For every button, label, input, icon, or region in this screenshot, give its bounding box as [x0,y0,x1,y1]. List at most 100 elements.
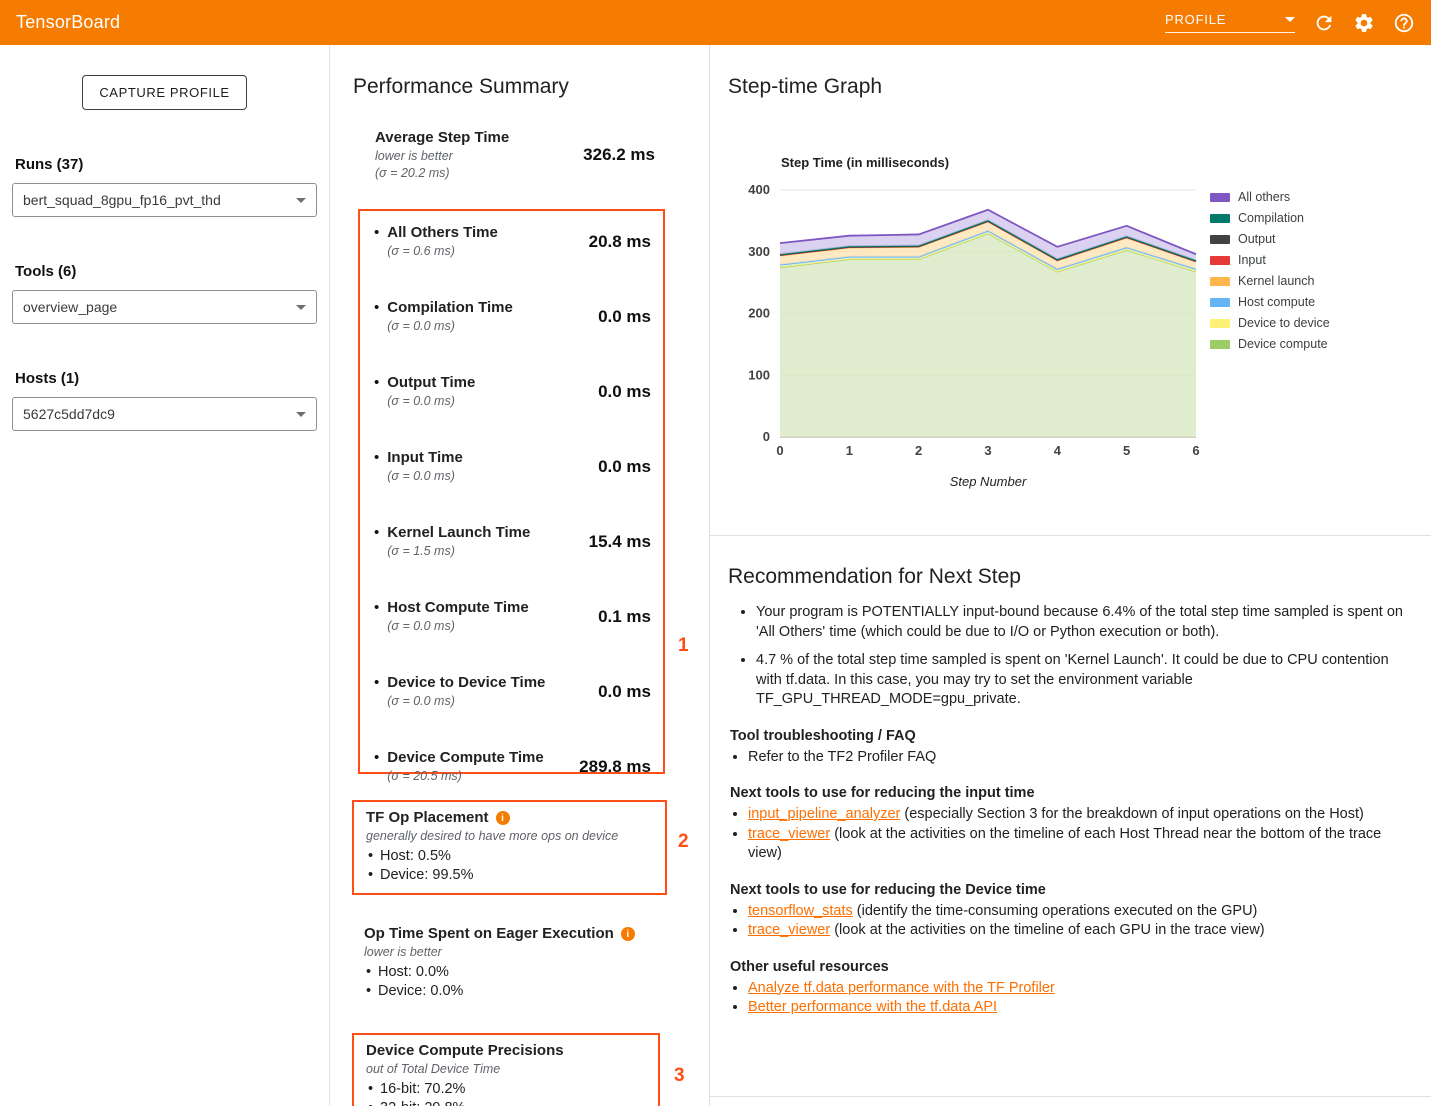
recommendation-link[interactable]: trace_viewer [748,922,830,938]
recommendation-section-list: Analyze tf.data performance with the TF … [730,979,1402,1018]
info-icon[interactable]: i [621,927,635,941]
list-item: Host: 0.0% [378,963,664,982]
average-step-time-note: lower is better [375,149,509,164]
metric-row: •All Others Time(σ = 0.6 ms)20.8 ms [372,224,651,259]
eager-execution-list: Host: 0.0%Device: 0.0% [364,963,664,1001]
metric-value: 0.0 ms [598,682,651,702]
metric-value: 15.4 ms [589,532,651,552]
x-tick-label: 5 [1123,443,1130,458]
x-tick-label: 1 [846,443,853,458]
chart-title: Step Time (in milliseconds) [781,155,949,170]
step-time-chart: Step Time (in milliseconds)0100200300400… [710,140,1210,510]
sidebar: CAPTURE PROFILE Runs (37) bert_squad_8gp… [0,45,330,1106]
metric-label: Compilation Time [387,299,513,317]
legend-label: Kernel launch [1238,275,1314,288]
tf-op-placement-header: TF Op Placement i [366,809,655,827]
tools-select[interactable]: overview_page [12,290,317,324]
legend-swatch-icon [1210,298,1230,307]
area-band [780,233,1196,437]
legend-item: Kernel launch [1210,275,1330,288]
recommendation-item: tensorflow_stats (identify the time-cons… [748,902,1402,922]
list-item: 16-bit: 70.2% [380,1080,648,1099]
recommendation-bullets: Your program is POTENTIALLY input-bound … [738,603,1410,710]
y-tick-label: 100 [748,367,770,382]
recommendation-item: input_pipeline_analyzer (especially Sect… [748,805,1402,825]
recommendation-link[interactable]: tensorflow_stats [748,903,853,919]
recommendation-link[interactable]: Analyze tf.data performance with the TF … [748,980,1055,996]
metric-left: •Output Time(σ = 0.0 ms) [372,374,475,409]
legend-label: Compilation [1238,212,1304,225]
metric-sigma: (σ = 0.0 ms) [387,319,513,334]
chevron-down-icon [296,412,306,417]
settings-button[interactable] [1353,12,1375,34]
metric-sigma: (σ = 0.0 ms) [387,394,475,409]
help-button[interactable] [1393,12,1415,34]
metric-sigma: (σ = 0.0 ms) [387,469,463,484]
bullet-icon: • [374,449,379,484]
topbar: TensorBoard PROFILE [0,0,1431,45]
recommendation-section: Next tools to use for reducing the input… [730,784,1411,864]
legend-label: Input [1238,254,1266,267]
recommendation-section-heading: Other useful resources [730,958,1411,977]
recommendation-link[interactable]: input_pipeline_analyzer [748,806,900,822]
runs-select[interactable]: bert_squad_8gpu_fp16_pvt_thd [12,183,317,217]
bullet-icon: • [374,749,379,784]
capture-profile-button[interactable]: CAPTURE PROFILE [82,75,246,110]
chevron-down-icon [296,305,306,310]
precisions-header: Device Compute Precisions [366,1042,648,1060]
recommendation-link[interactable]: trace_viewer [748,826,830,842]
metric-value: 289.8 ms [579,757,651,777]
legend-item: Input [1210,254,1330,267]
legend-swatch-icon [1210,214,1230,223]
recommendation-section-heading: Next tools to use for reducing the input… [730,784,1411,803]
average-step-time-row: Average Step Time lower is better (σ = 2… [375,129,655,181]
x-tick-label: 6 [1192,443,1199,458]
metric-label: Input Time [387,449,463,467]
metric-sigma: (σ = 0.6 ms) [387,244,498,259]
recommendation-item: Analyze tf.data performance with the TF … [748,979,1402,999]
metric-left: • Input Time (σ = 0.0 ms) [372,449,463,484]
metric-sigma: (σ = 0.0 ms) [387,694,545,709]
average-step-time-labels: Average Step Time lower is better (σ = 2… [375,129,509,181]
dashboard-selector[interactable]: PROFILE [1165,12,1295,33]
recommendation-sections: Tool troubleshooting / FAQ Refer to the T… [710,727,1431,1018]
metric-row: •Host Compute Time(σ = 0.0 ms)0.1 ms [372,599,651,634]
bullet-icon: • [374,299,379,334]
recommendation-section-list: Refer to the TF2 Profiler FAQ [730,748,1402,768]
eager-execution-title: Op Time Spent on Eager Execution [364,925,614,943]
legend-item: Output [1210,233,1330,246]
recommendation-bullet: Your program is POTENTIALLY input-bound … [756,603,1410,642]
metric-label: Output Time [387,374,475,392]
recommendation-item: Refer to the TF2 Profiler FAQ [748,748,1402,768]
legend-swatch-icon [1210,340,1230,349]
x-tick-label: 0 [776,443,783,458]
tools-label: Tools (6) [15,263,329,280]
recommendation-section-heading: Tool troubleshooting / FAQ [730,727,1411,746]
recommendation-title: Recommendation for Next Step [728,565,1431,589]
tf-op-placement-title: TF Op Placement [366,809,489,827]
refresh-icon [1313,12,1335,34]
metric-left: •All Others Time(σ = 0.6 ms) [372,224,498,259]
annotation-box-2: TF Op Placement i generally desired to h… [352,800,667,895]
legend-label: All others [1238,191,1290,204]
recommendation-link[interactable]: Better performance with the tf.data API [748,999,997,1015]
tools-select-value: overview_page [23,299,117,315]
performance-summary-title: Performance Summary [353,75,709,99]
step-time-graph-title: Step-time Graph [728,75,1431,99]
hosts-select[interactable]: 5627c5dd7dc9 [12,397,317,431]
y-tick-label: 0 [763,429,770,444]
legend-swatch-icon [1210,193,1230,202]
precisions-title: Device Compute Precisions [366,1042,564,1060]
tf-op-placement-subtitle: generally desired to have more ops on de… [366,828,655,844]
metric-row: •Kernel Launch Time(σ = 1.5 ms)15.4 ms [372,524,651,559]
step-time-graph-panel: Step-time Graph Step Time (in millisecon… [710,45,1431,1106]
metric-left: •Device Compute Time(σ = 20.5 ms) [372,749,544,784]
legend-label: Output [1238,233,1276,246]
bullet-icon: • [374,599,379,634]
legend-swatch-icon [1210,235,1230,244]
x-tick-label: 3 [984,443,991,458]
bullet-icon: • [374,674,379,709]
reload-button[interactable] [1313,12,1335,34]
eager-execution-section: Op Time Spent on Eager Execution i lower… [364,925,664,1001]
info-icon[interactable]: i [496,811,510,825]
